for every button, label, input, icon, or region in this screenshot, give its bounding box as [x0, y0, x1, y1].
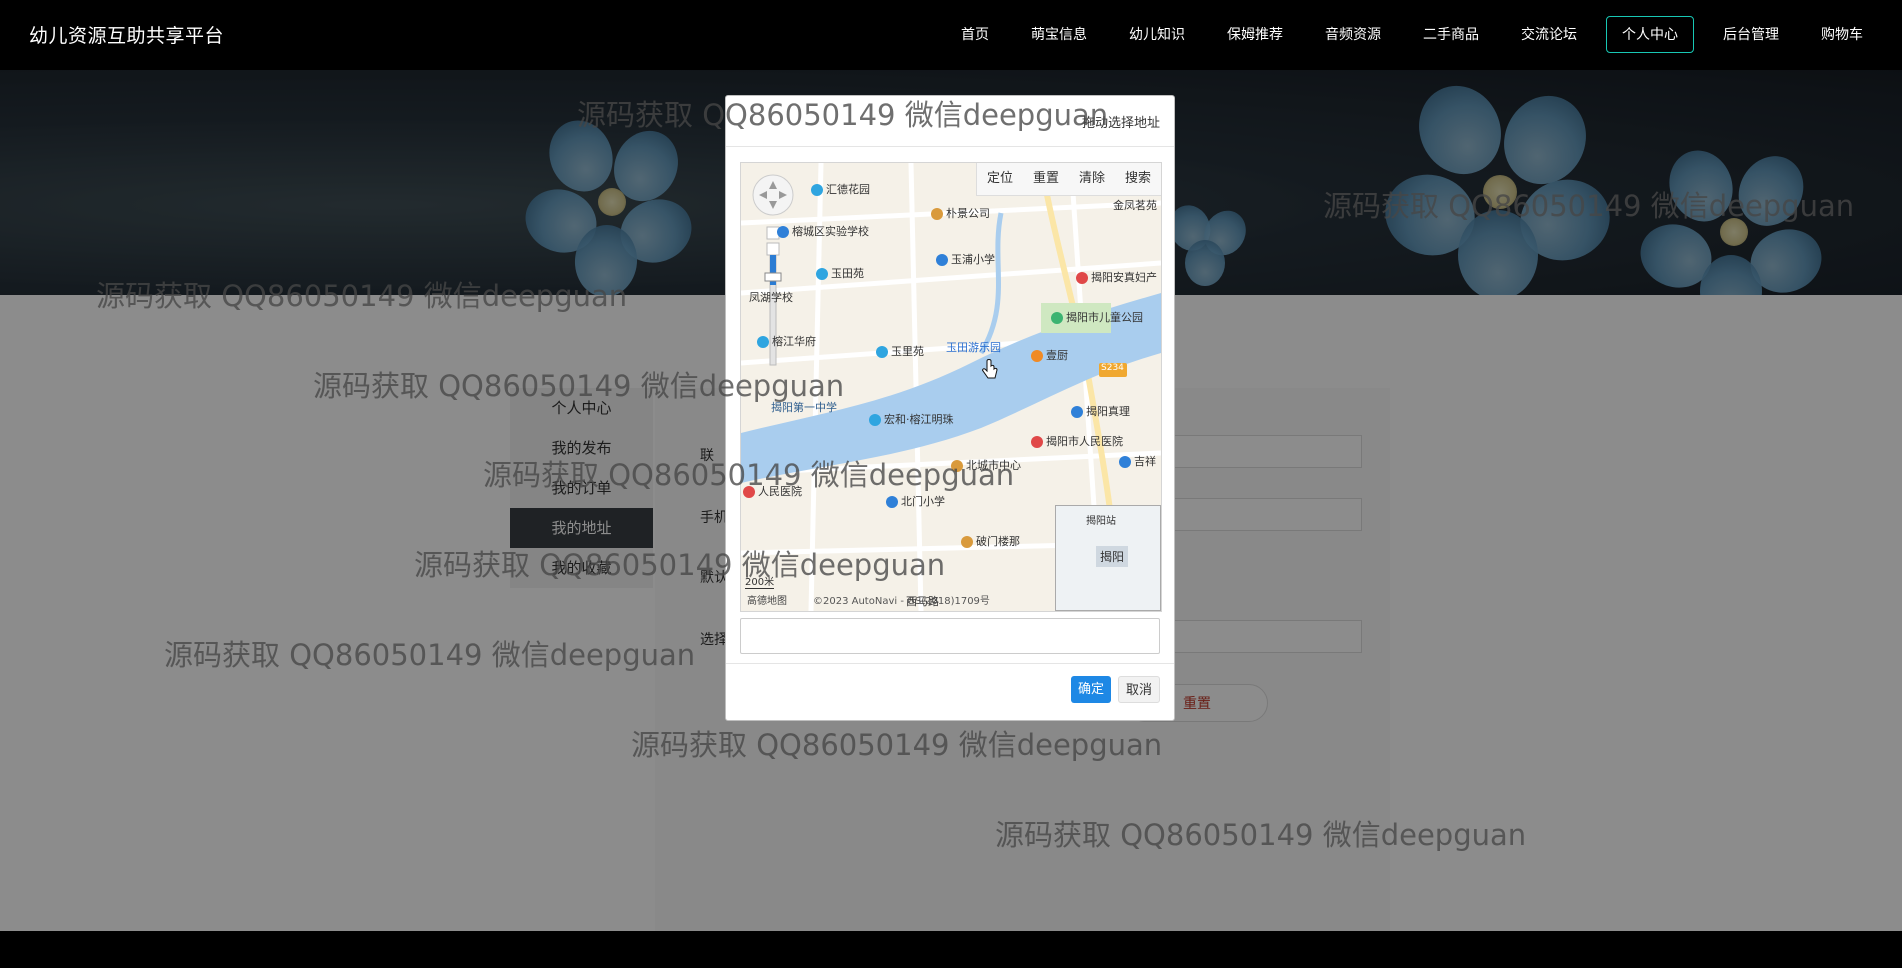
main-nav: 首页 萌宝信息 幼儿知识 保姆推荐 音频资源 二手商品 交流论坛 个人中心 后台…	[940, 16, 1884, 53]
map-poi[interactable]: 破门楼那	[961, 533, 1020, 549]
clear-tool[interactable]: 清除	[1069, 163, 1115, 195]
top-navbar: 幼儿资源互助共享平台 首页 萌宝信息 幼儿知识 保姆推荐 音频资源 二手商品 交…	[0, 0, 1902, 70]
map-poi[interactable]: 玉田游乐园	[946, 339, 1001, 355]
map-scale: 200米	[745, 573, 775, 589]
map-poi[interactable]: 吉祥	[1119, 453, 1156, 469]
modal-footer: 确定 取消	[726, 663, 1174, 722]
map-poi[interactable]: 玉里苑	[876, 343, 924, 359]
footer-bar	[0, 931, 1902, 968]
map-poi[interactable]: 北门小学	[886, 493, 945, 509]
map-poi[interactable]: 朴景公司	[931, 205, 990, 221]
map-poi[interactable]: 榕城区实验学校	[777, 223, 869, 239]
map-poi[interactable]: 壹厨	[1031, 347, 1068, 363]
amap-logo[interactable]: 高德地图	[747, 592, 787, 607]
map-poi[interactable]: 揭阳真理	[1071, 403, 1130, 419]
nav-item-forum[interactable]: 交流论坛	[1500, 16, 1598, 53]
hand-cursor-icon	[982, 359, 998, 379]
nav-item-admin[interactable]: 后台管理	[1702, 16, 1800, 53]
nav-item-personal-center[interactable]: 个人中心	[1606, 16, 1694, 53]
map-poi[interactable]: 汇德花园	[811, 181, 870, 197]
map-poi[interactable]: 宏和·榕江明珠	[869, 411, 954, 427]
mini-map-label: 揭阳	[1096, 546, 1129, 567]
modal-header: 拖动选择地址	[726, 96, 1174, 147]
cancel-button[interactable]: 取消	[1117, 676, 1160, 703]
map-poi[interactable]: 凤湖学校	[749, 289, 793, 305]
nav-item-secondhand[interactable]: 二手商品	[1402, 16, 1500, 53]
locate-tool[interactable]: 定位	[977, 163, 1023, 195]
map-poi[interactable]: 揭阳安真妇产	[1076, 269, 1157, 285]
map-poi[interactable]: 玉田苑	[816, 265, 864, 281]
map-poi[interactable]: 人民医院	[743, 483, 802, 499]
map-poi[interactable]: 揭阳市人民医院	[1031, 433, 1123, 449]
select-address-modal: 拖动选择地址 定位 重置 清除 搜索 汇德花园 榕城区实验学校 朴景公司 玉田苑…	[725, 95, 1175, 721]
search-tool[interactable]: 搜索	[1115, 163, 1161, 195]
map-poi[interactable]: 榕江华府	[757, 333, 816, 349]
map-copyright: ©2023 AutoNavi - GS(2018)1709号	[813, 596, 990, 607]
nav-item-home[interactable]: 首页	[940, 16, 1010, 53]
map-poi[interactable]: 玉浦小学	[936, 251, 995, 267]
nav-item-nanny[interactable]: 保姆推荐	[1206, 16, 1304, 53]
modal-title: 拖动选择地址	[1081, 116, 1160, 131]
map-poi[interactable]: 揭阳市儿童公园	[1051, 309, 1143, 325]
confirm-button[interactable]: 确定	[1070, 676, 1111, 703]
road-badge: S234	[1101, 363, 1124, 373]
map-toolbar: 定位 重置 清除 搜索	[975, 163, 1161, 196]
site-brand[interactable]: 幼儿资源互助共享平台	[29, 21, 224, 48]
nav-item-audio[interactable]: 音频资源	[1304, 16, 1402, 53]
map-poi[interactable]: 金凤茗苑	[1113, 197, 1157, 213]
nav-item-cart[interactable]: 购物车	[1800, 16, 1884, 53]
map-view[interactable]: 定位 重置 清除 搜索 汇德花园 榕城区实验学校 朴景公司 玉田苑 玉浦小学 凤…	[740, 162, 1162, 612]
address-search-input[interactable]	[740, 618, 1160, 654]
mini-map[interactable]: 揭阳站 揭阳	[1055, 505, 1161, 611]
nav-item-baby-info[interactable]: 萌宝信息	[1010, 16, 1108, 53]
map-poi[interactable]: 北城市中心	[951, 457, 1021, 473]
mini-map-label: 揭阳站	[1086, 516, 1116, 527]
map-poi[interactable]: 揭阳第一中学	[771, 399, 837, 415]
nav-item-child-knowledge[interactable]: 幼儿知识	[1108, 16, 1206, 53]
reset-tool[interactable]: 重置	[1023, 163, 1069, 195]
